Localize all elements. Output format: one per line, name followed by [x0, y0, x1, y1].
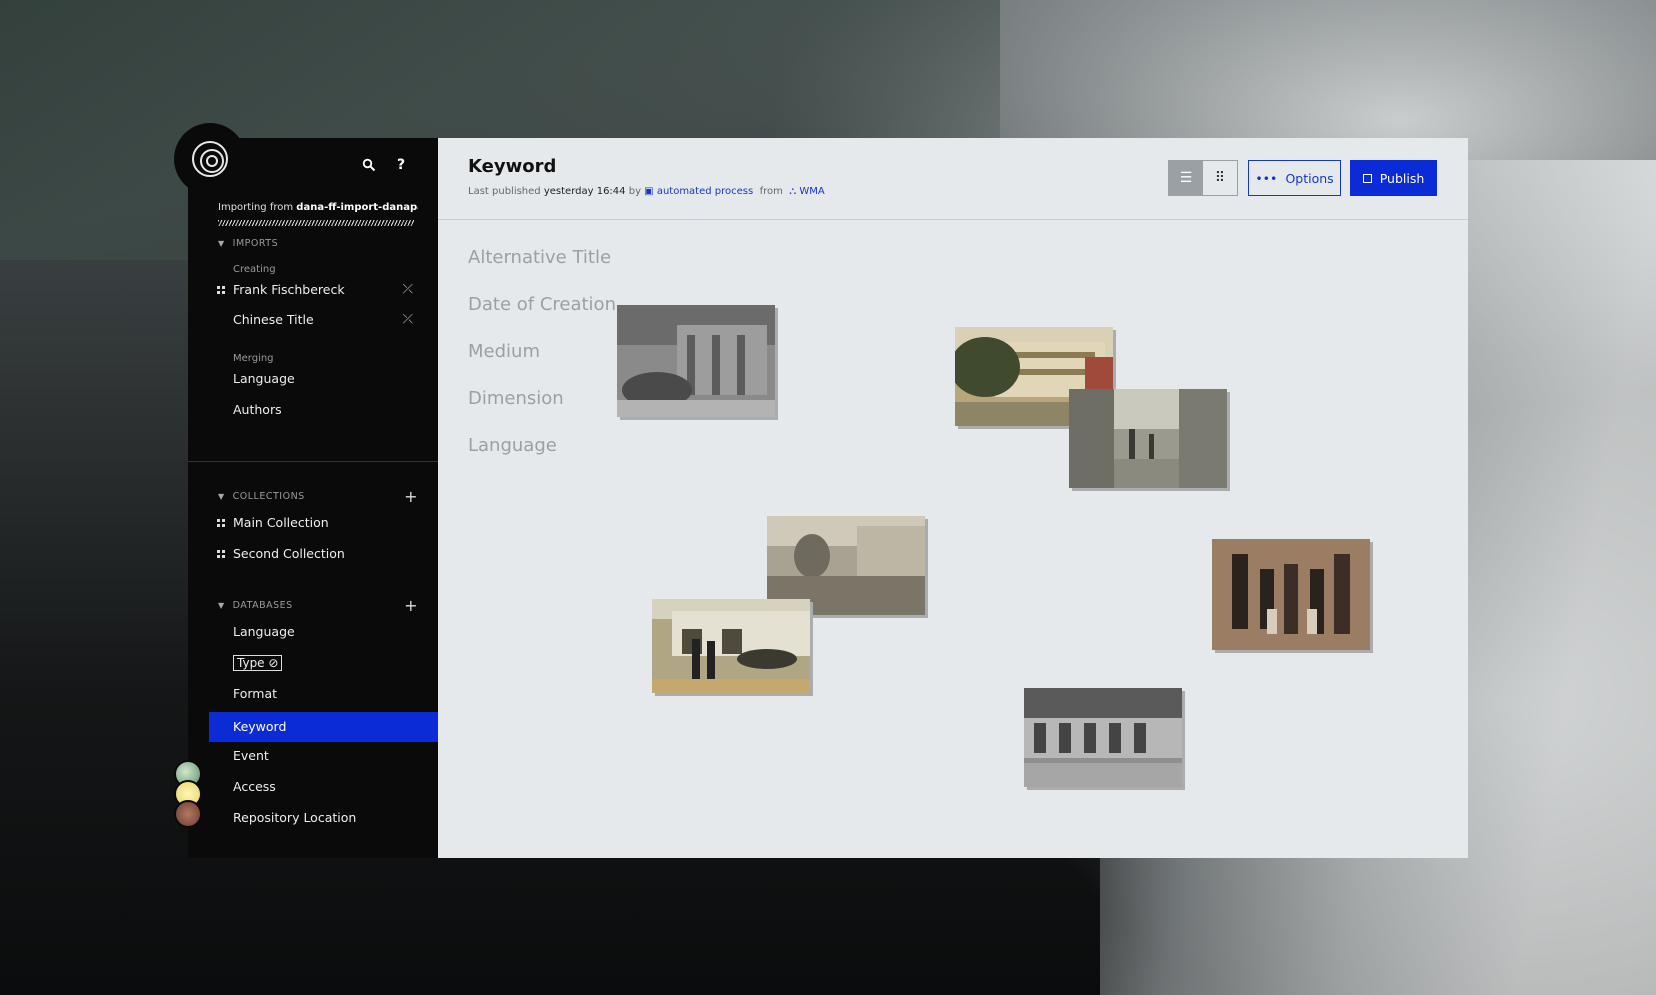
meta-prefix: Last published: [468, 186, 541, 197]
photo-thumbnail[interactable]: [1024, 688, 1182, 787]
database-item-format[interactable]: Format: [233, 682, 413, 706]
nav-label: Access: [233, 779, 276, 794]
add-database-icon[interactable]: +: [404, 596, 418, 615]
list-view-icon[interactable]: ☰: [1169, 161, 1203, 195]
app-window: ? Importing from dana-ff-import-danapa..…: [174, 123, 1468, 858]
logo[interactable]: [174, 123, 246, 195]
collections-heading: COLLECTIONS: [232, 491, 305, 502]
import-item-chinese-title[interactable]: Chinese Title ⤫: [233, 308, 413, 332]
nav-label: Frank Fischbereck: [233, 282, 345, 297]
database-item-event[interactable]: Event: [233, 744, 413, 768]
avatar[interactable]: [174, 800, 202, 828]
import-source: dana-ff-import-danapa...: [296, 202, 418, 213]
collections-section-header[interactable]: ▼ COLLECTIONS +: [218, 487, 418, 506]
nav-label: Repository Location: [233, 810, 357, 825]
import-progress-bar: [218, 220, 414, 226]
caret-down-icon: ▼: [218, 492, 225, 501]
nav-label: Chinese Title: [233, 312, 314, 327]
meta-time: yesterday 16:44: [543, 186, 626, 197]
database-item-keyword[interactable]: Keyword: [209, 712, 438, 742]
photo-thumbnail[interactable]: [652, 599, 810, 693]
view-toggle: ☰ ⠿: [1168, 160, 1238, 196]
sidebar-divider: [188, 461, 438, 462]
database-item-access[interactable]: Access: [233, 775, 413, 799]
sidebar: ? Importing from dana-ff-import-danapa..…: [174, 123, 438, 858]
field-alternative-title[interactable]: Alternative Title: [468, 247, 611, 268]
field-dimension[interactable]: Dimension: [468, 388, 564, 409]
collection-item-main[interactable]: Main Collection: [217, 511, 413, 535]
imports-heading: IMPORTS: [232, 238, 279, 249]
more-dots-icon: •••: [1255, 170, 1278, 186]
grid-icon: [217, 550, 225, 558]
robot-icon: ▣: [644, 186, 654, 197]
options-button[interactable]: ••• Options: [1248, 160, 1341, 196]
hidden-eye-icon: ⊘: [268, 656, 279, 670]
meta-source-link[interactable]: WMA: [799, 186, 824, 197]
database-item-repository-location[interactable]: Repository Location: [233, 806, 413, 830]
nav-label: Event: [233, 748, 269, 763]
nav-label: Main Collection: [233, 515, 329, 530]
databases-heading: DATABASES: [232, 600, 293, 611]
creating-subheading: Creating: [233, 264, 276, 275]
page-title: Keyword: [468, 156, 557, 177]
grid-icon: [217, 519, 225, 527]
nav-label-hidden: Type ⊘: [233, 655, 283, 671]
publish-meta: Last published yesterday 16:44 by ▣ auto…: [468, 186, 825, 197]
import-status: Importing from dana-ff-import-danapa...: [218, 202, 418, 213]
options-label: Options: [1285, 170, 1334, 186]
import-item-language[interactable]: Language: [233, 367, 413, 391]
collection-item-second[interactable]: Second Collection: [217, 542, 413, 566]
cancel-import-icon[interactable]: ⤫: [403, 308, 413, 332]
help-icon[interactable]: ?: [394, 158, 408, 172]
databases-section-header[interactable]: ▼ DATABASES +: [218, 596, 418, 615]
sidebar-top-icons: ?: [362, 158, 408, 172]
meta-by: by: [628, 186, 641, 197]
photo-thumbnail[interactable]: [1212, 539, 1370, 650]
imports-section-header[interactable]: ▼ IMPORTS: [218, 238, 418, 249]
photo-thumbnail[interactable]: [1069, 389, 1227, 488]
grid-icon: [217, 286, 225, 294]
grid-view-icon[interactable]: ⠿: [1203, 161, 1237, 195]
import-prefix: Importing from: [218, 202, 294, 213]
nav-label: Format: [233, 686, 278, 701]
database-item-type[interactable]: Type ⊘: [233, 651, 413, 675]
nav-label: Language: [233, 624, 295, 639]
merging-subheading: Merging: [233, 353, 274, 364]
field-date-of-creation[interactable]: Date of Creation: [468, 294, 616, 315]
field-medium[interactable]: Medium: [468, 341, 540, 362]
photo-thumbnail[interactable]: [617, 305, 775, 417]
logo-mark-icon: [192, 141, 228, 177]
page-header: Keyword Last published yesterday 16:44 b…: [438, 138, 1468, 220]
meta-actor-link[interactable]: automated process: [657, 186, 753, 197]
meta-from: from: [759, 186, 783, 197]
nav-label: Language: [233, 371, 295, 386]
publish-icon: [1362, 173, 1372, 183]
nav-label: Keyword: [233, 719, 287, 734]
nav-label: Type: [237, 656, 265, 670]
add-collection-icon[interactable]: +: [404, 487, 418, 506]
publish-label: Publish: [1379, 170, 1425, 186]
caret-down-icon: ▼: [218, 601, 225, 610]
nav-label: Second Collection: [233, 546, 345, 561]
field-language[interactable]: Language: [468, 435, 557, 456]
main-panel: Keyword Last published yesterday 16:44 b…: [438, 138, 1468, 858]
caret-down-icon: ▼: [218, 239, 225, 248]
nav-label: Authors: [233, 402, 282, 417]
org-icon: ⛬: [789, 186, 797, 197]
publish-button[interactable]: Publish: [1350, 160, 1437, 196]
import-item-authors[interactable]: Authors: [233, 398, 413, 422]
database-item-language[interactable]: Language: [233, 620, 413, 644]
import-item-frank-fischbereck[interactable]: Frank Fischbereck ⤫: [217, 278, 413, 302]
cancel-import-icon[interactable]: ⤫: [403, 278, 413, 302]
search-icon[interactable]: [362, 158, 376, 172]
